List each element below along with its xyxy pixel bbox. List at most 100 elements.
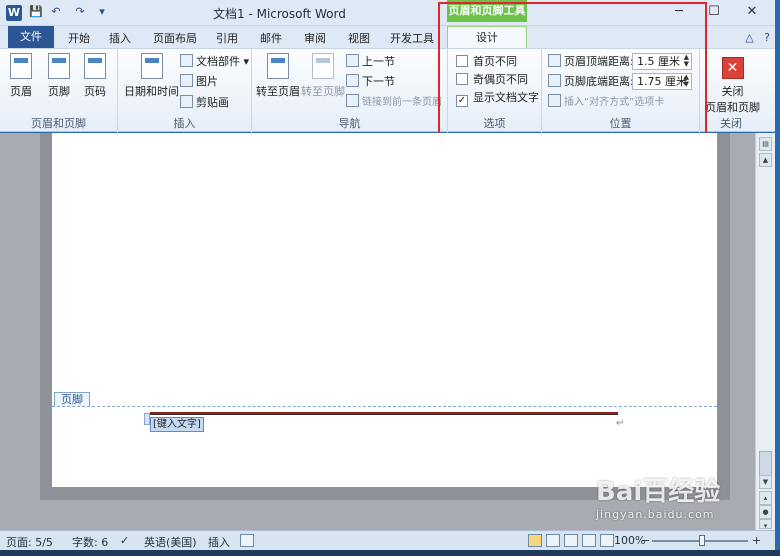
spinner-arrows-icon[interactable]: ▲ ▼	[684, 74, 689, 88]
header-button[interactable]: 页眉	[10, 53, 32, 99]
clip-art-icon	[180, 95, 193, 108]
group-navigation: 转至页眉 转至页脚 上一节 下一节 链接到前一条页眉 导航	[252, 49, 448, 133]
web-layout-icon[interactable]	[564, 534, 578, 548]
undo-icon[interactable]: ↶	[48, 4, 64, 20]
footer-bottom-distance-input[interactable]: 1.75 厘米 ▲ ▼	[632, 73, 692, 90]
group-close: ✕ 关闭 页眉和页脚 关闭	[700, 49, 762, 133]
close-red-icon: ✕	[721, 57, 744, 79]
watermark-logo: Bai百经验	[596, 477, 721, 507]
goto-header-button[interactable]: 转至页眉	[256, 53, 300, 99]
macro-record-icon[interactable]	[240, 534, 254, 548]
print-layout-view-icon[interactable]	[528, 534, 542, 548]
group-label-options: 选项	[483, 117, 506, 130]
tab-references[interactable]: 引用	[212, 29, 242, 48]
window-border	[775, 0, 780, 556]
group-options: 首页不同 奇偶页不同 ✓ 显示文档文字 选项	[448, 49, 542, 133]
save-icon[interactable]: 💾	[28, 4, 44, 20]
group-label-insert: 插入	[173, 117, 196, 130]
help-icon[interactable]: ?	[764, 31, 770, 44]
ribbon-tabs: 文件 开始 插入 页面布局 引用 邮件 审阅 视图 开发工具 设计 △ ?	[0, 26, 780, 48]
tab-insert[interactable]: 插入	[105, 29, 135, 48]
footer-position-icon	[548, 74, 561, 87]
header-footer-tools-label: 页眉和页脚工具	[447, 0, 527, 22]
scroll-thumb[interactable]	[759, 451, 772, 477]
window-title: 文档1 - Microsoft Word	[213, 7, 346, 21]
document-page[interactable]	[52, 133, 717, 487]
different-odd-even-checkbox[interactable]: 奇偶页不同	[456, 71, 528, 89]
maximize-button[interactable]: ☐	[702, 3, 726, 21]
link-icon	[346, 94, 359, 107]
full-screen-reading-icon[interactable]	[546, 534, 560, 548]
different-first-page-checkbox[interactable]: 首页不同	[456, 53, 517, 71]
zoom-out-icon[interactable]: −	[641, 534, 650, 547]
tab-file[interactable]: 文件	[8, 26, 54, 48]
tab-design[interactable]: 设计	[447, 26, 527, 48]
show-document-text-checkbox[interactable]: ✓ 显示文档文字	[456, 89, 539, 107]
document-parts-button[interactable]: 文档部件 ▾	[180, 53, 249, 71]
zoom-in-icon[interactable]: +	[752, 534, 761, 547]
word-count[interactable]: 字数: 6	[72, 534, 108, 550]
goto-footer-icon	[312, 53, 334, 79]
taskbar-strip	[0, 550, 780, 556]
minimize-ribbon-icon[interactable]: △	[745, 31, 753, 44]
page-number-button[interactable]: 页码	[84, 53, 106, 99]
tab-home[interactable]: 开始	[64, 29, 94, 48]
status-bar: 页面: 5/5 字数: 6 ✓ 英语(美国) 插入 100% − +	[0, 530, 775, 550]
footer-text-placeholder[interactable]: [键入文字]	[150, 417, 204, 432]
redo-icon[interactable]: ↷	[72, 4, 88, 20]
tab-developer[interactable]: 开发工具	[388, 29, 436, 48]
checkbox-unchecked-icon	[456, 73, 468, 85]
picture-button[interactable]: 图片	[180, 73, 218, 91]
ruler-toggle-icon[interactable]: ▤	[759, 137, 772, 151]
proofing-icon[interactable]: ✓	[120, 534, 129, 547]
close-window-button[interactable]: ✕	[740, 3, 764, 21]
footer-bottom-distance-label: 页脚底端距离:	[548, 73, 634, 91]
page-count[interactable]: 页面: 5/5	[6, 534, 53, 550]
tab-mailings[interactable]: 邮件	[256, 29, 286, 48]
tab-review[interactable]: 审阅	[300, 29, 330, 48]
link-to-previous-button[interactable]: 链接到前一条页眉	[346, 94, 442, 112]
header-top-distance-label: 页眉顶端距离:	[548, 53, 634, 71]
insert-mode-indicator[interactable]: 插入	[208, 534, 230, 550]
header-icon	[10, 53, 32, 79]
tab-view[interactable]: 视图	[344, 29, 374, 48]
outline-view-icon[interactable]	[582, 534, 596, 548]
goto-footer-button[interactable]: 转至页脚	[301, 53, 345, 99]
title-bar: W 💾 ↶ ↷ ▾ 文档1 - Microsoft Word 页眉和页脚工具 ─…	[0, 0, 780, 26]
header-top-distance-input[interactable]: 1.5 厘米 ▲ ▼	[632, 53, 692, 70]
footer-button[interactable]: 页脚	[48, 53, 70, 99]
footer-icon	[48, 53, 70, 79]
browse-object-icon[interactable]: ●	[759, 505, 772, 519]
customize-quick-access-icon[interactable]: ▾	[94, 4, 110, 20]
spinner-arrows-icon[interactable]: ▲ ▼	[684, 54, 689, 68]
checkbox-checked-icon: ✓	[456, 95, 468, 107]
word-app-icon[interactable]: W	[6, 5, 22, 21]
paragraph-mark: ↵	[616, 418, 625, 429]
group-insert: 日期和时间 文档部件 ▾ 图片 剪贴画 插入	[118, 49, 252, 133]
scroll-up-icon[interactable]: ▲	[759, 153, 772, 167]
watermark-url: jingyan.baidu.com	[596, 508, 715, 521]
vertical-scrollbar[interactable]: ▤ ▲ ▼ ▴ ● ▾	[755, 133, 775, 530]
tab-page-layout[interactable]: 页面布局	[148, 29, 202, 48]
footer-rule-line	[150, 412, 618, 415]
help-area: △ ?	[745, 31, 770, 44]
date-time-button[interactable]: 日期和时间	[124, 53, 179, 99]
scroll-down-icon[interactable]: ▼	[759, 475, 772, 489]
insert-alignment-tab-button[interactable]: 插入“对齐方式”选项卡	[548, 94, 664, 112]
close-header-footer-button[interactable]: ✕ 关闭 页眉和页脚	[705, 57, 760, 115]
previous-section-icon	[346, 54, 359, 67]
next-page-icon[interactable]: ▾	[759, 519, 772, 530]
picture-icon	[180, 74, 193, 87]
language-indicator[interactable]: 英语(美国)	[144, 534, 197, 550]
previous-page-icon[interactable]: ▴	[759, 491, 772, 505]
alignment-tab-icon	[548, 94, 561, 107]
minimize-button[interactable]: ─	[667, 3, 691, 21]
draft-view-icon[interactable]	[600, 534, 614, 548]
zoom-slider-thumb[interactable]	[699, 535, 705, 546]
footer-boundary-line	[52, 406, 717, 407]
baidu-jingyan-watermark: Bai百经验 jingyan.baidu.com	[596, 471, 746, 527]
next-section-button[interactable]: 下一节	[346, 73, 395, 91]
previous-section-button[interactable]: 上一节	[346, 53, 395, 71]
next-section-icon	[346, 74, 359, 87]
clip-art-button[interactable]: 剪贴画	[180, 94, 229, 112]
